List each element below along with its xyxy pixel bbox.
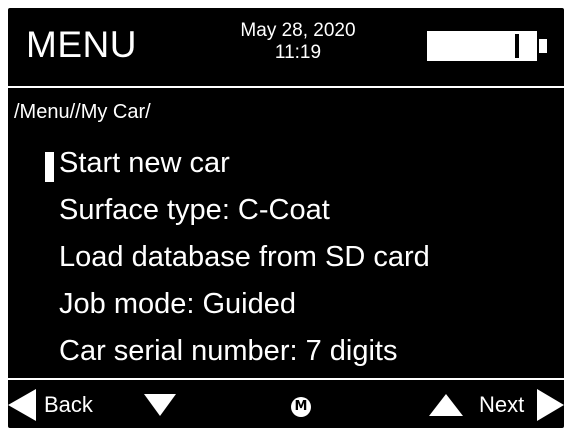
menu-item-label: Load database from SD card (59, 241, 430, 273)
menu-list: Start new car Surface type: C-Coat Load … (8, 140, 564, 375)
menu-item-label: Car serial number: 7 digits (59, 335, 398, 367)
battery-level-divider (515, 34, 519, 58)
menu-item-label: Start new car (59, 147, 230, 179)
breadcrumb: /Menu//My Car/ (14, 101, 151, 123)
menu-item-car-serial-number[interactable]: Car serial number: 7 digits (8, 328, 564, 375)
device-screen: MENU May 28, 2020 11:19 /Menu//My Car/ S… (8, 8, 564, 428)
header-bar: MENU May 28, 2020 11:19 (8, 8, 564, 86)
up-arrow-icon[interactable] (429, 394, 463, 416)
time-label: 11:19 (274, 42, 322, 63)
page-title: MENU (26, 24, 137, 65)
left-arrow-icon[interactable] (8, 389, 36, 421)
date-label: May 28, 2020 (240, 20, 356, 41)
next-button[interactable]: Next (479, 392, 524, 418)
header-divider (8, 86, 564, 88)
menu-m-icon[interactable]: M (291, 397, 311, 417)
menu-item-label: Surface type: C-Coat (59, 194, 330, 226)
right-arrow-icon[interactable] (537, 389, 564, 421)
footer-bar: Back M Next (8, 380, 564, 428)
back-button[interactable]: Back (44, 392, 93, 418)
menu-item-job-mode[interactable]: Job mode: Guided (8, 281, 564, 328)
battery-icon (427, 31, 537, 61)
menu-item-label: Job mode: Guided (59, 288, 296, 320)
selection-cursor (45, 152, 54, 182)
menu-item-start-new-car[interactable]: Start new car (8, 140, 564, 187)
down-arrow-icon[interactable] (144, 394, 176, 416)
menu-item-load-database[interactable]: Load database from SD card (8, 234, 564, 281)
battery-terminal (539, 39, 547, 53)
menu-item-surface-type[interactable]: Surface type: C-Coat (8, 187, 564, 234)
datetime: May 28, 2020 11:19 (208, 20, 388, 64)
